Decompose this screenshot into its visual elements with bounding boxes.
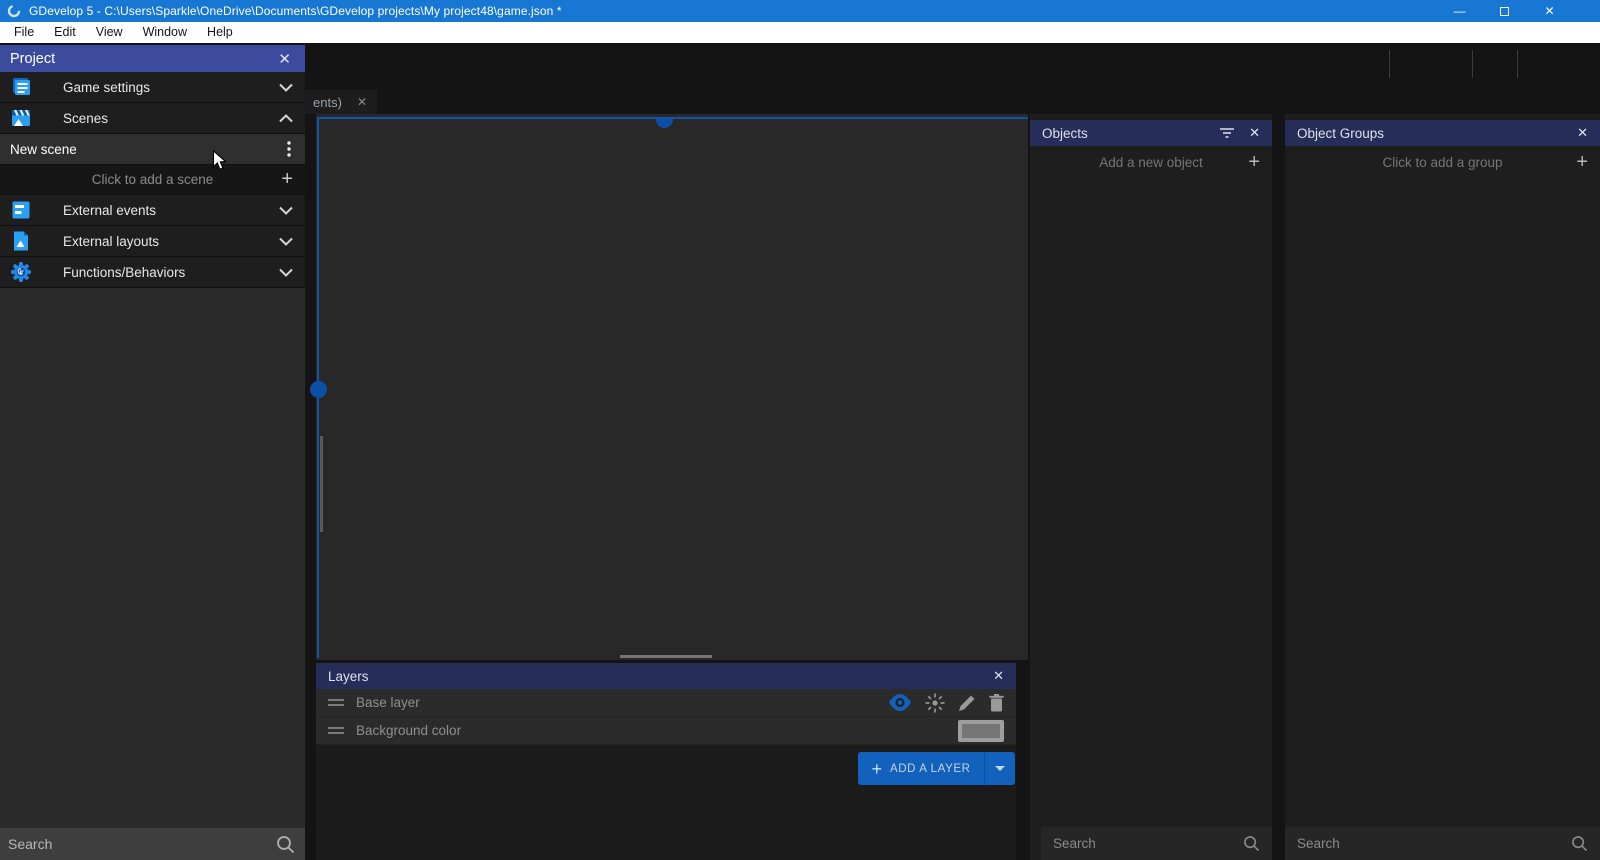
menu-view[interactable]: View xyxy=(86,22,133,43)
objects-search[interactable] xyxy=(1041,827,1272,860)
toolbar-separator xyxy=(1472,50,1473,78)
objects-close-icon[interactable]: ✕ xyxy=(1249,125,1260,141)
add-layer-button[interactable]: + ADD A LAYER xyxy=(858,752,1015,785)
title-bar: GDevelop 5 - C:\Users\Sparkle\OneDrive\D… xyxy=(0,0,1600,22)
effects-icon[interactable] xyxy=(925,693,945,713)
edit-pencil-icon[interactable] xyxy=(958,694,976,712)
add-object-label: Add a new object xyxy=(1099,155,1203,170)
chevron-up-icon xyxy=(279,114,293,123)
scene-name: New scene xyxy=(10,142,77,157)
functions-icon xyxy=(10,261,32,283)
project-search-input[interactable] xyxy=(0,836,276,852)
menu-bar: File Edit View Window Help xyxy=(0,22,1600,43)
window-title: GDevelop 5 - C:\Users\Sparkle\OneDrive\D… xyxy=(29,4,562,18)
maximize-icon xyxy=(1500,7,1509,16)
project-search[interactable] xyxy=(0,828,305,860)
objects-panel-header: Objects ✕ xyxy=(1030,120,1272,146)
layers-panel: Layers ✕ Base layer xyxy=(316,663,1016,860)
maximize-button[interactable] xyxy=(1482,0,1527,22)
object-groups-panel: Object Groups ✕ Click to add a group + xyxy=(1285,114,1600,860)
layers-panel-title: Layers xyxy=(328,669,369,684)
layer-name: Background color xyxy=(356,723,461,738)
swatch-inner xyxy=(962,724,1000,738)
add-layer-label: ADD A LAYER xyxy=(890,763,971,775)
tab-label: ents) xyxy=(313,95,342,110)
section-external-events[interactable]: External events xyxy=(0,195,305,226)
toolbar-separator xyxy=(1517,50,1518,78)
project-panel-header: Project ✕ xyxy=(0,45,305,72)
plus-icon: + xyxy=(281,168,293,191)
object-groups-panel-title: Object Groups xyxy=(1297,126,1384,141)
plus-icon: + xyxy=(1576,151,1588,174)
chevron-down-icon xyxy=(279,268,293,277)
layer-row-base[interactable]: Base layer xyxy=(316,689,1016,717)
menu-help[interactable]: Help xyxy=(197,22,243,43)
menu-file[interactable]: File xyxy=(4,22,44,43)
scene-item-new-scene[interactable]: New scene xyxy=(0,134,305,165)
objects-panel: Objects ✕ Add a new object + xyxy=(1030,114,1272,860)
add-object-row[interactable]: Add a new object + xyxy=(1030,146,1272,178)
object-groups-search-input[interactable] xyxy=(1285,836,1571,851)
section-label: Functions/Behaviors xyxy=(63,265,185,280)
chevron-down-icon xyxy=(279,237,293,246)
layers-panel-header: Layers ✕ xyxy=(316,663,1016,689)
add-scene-row[interactable]: Click to add a scene + xyxy=(0,165,305,195)
project-panel-title: Project xyxy=(10,51,55,67)
plus-icon: + xyxy=(871,760,882,778)
drag-handle-icon[interactable] xyxy=(328,726,344,736)
search-icon xyxy=(1243,835,1260,852)
project-close-icon[interactable]: ✕ xyxy=(278,50,291,68)
resize-handle-left[interactable] xyxy=(310,381,327,398)
scenes-icon xyxy=(10,107,32,129)
object-groups-panel-header: Object Groups ✕ xyxy=(1285,120,1600,146)
section-label: External events xyxy=(63,203,156,218)
tab-close-icon[interactable]: ✕ xyxy=(357,95,367,109)
add-scene-label: Click to add a scene xyxy=(92,172,214,187)
scene-editor-canvas[interactable] xyxy=(316,114,1028,660)
chevron-down-icon xyxy=(995,766,1005,771)
layer-row-background[interactable]: Background color xyxy=(316,717,1016,745)
vertical-scrollbar[interactable] xyxy=(320,436,323,532)
gdevelop-logo-icon xyxy=(7,4,21,18)
horizontal-scrollbar[interactable] xyxy=(620,655,712,658)
plus-icon: + xyxy=(1248,151,1260,174)
object-groups-close-icon[interactable]: ✕ xyxy=(1577,125,1588,141)
section-scenes[interactable]: Scenes xyxy=(0,103,305,134)
section-label: External layouts xyxy=(63,234,159,249)
external-events-icon xyxy=(10,199,32,221)
external-layouts-icon xyxy=(10,230,32,252)
objects-panel-title: Objects xyxy=(1042,126,1088,141)
object-groups-search[interactable] xyxy=(1285,827,1600,860)
background-color-swatch[interactable] xyxy=(958,720,1004,742)
drag-handle-icon[interactable] xyxy=(328,698,344,708)
menu-edit[interactable]: Edit xyxy=(44,22,86,43)
project-panel: Project ✕ Game settings Scenes New scene… xyxy=(0,45,305,860)
chevron-down-icon xyxy=(279,206,293,215)
minimize-button[interactable]: — xyxy=(1437,0,1482,22)
toolbar-separator xyxy=(1389,50,1390,78)
search-icon xyxy=(1571,835,1588,852)
filter-icon[interactable] xyxy=(1219,127,1235,139)
add-layer-dropdown[interactable] xyxy=(985,766,1015,771)
objects-search-input[interactable] xyxy=(1041,836,1243,851)
game-settings-icon xyxy=(10,76,32,98)
section-game-settings[interactable]: Game settings xyxy=(0,72,305,103)
add-group-label: Click to add a group xyxy=(1382,155,1502,170)
search-icon xyxy=(276,835,295,854)
add-group-row[interactable]: Click to add a group + xyxy=(1285,146,1600,178)
section-external-layouts[interactable]: External layouts xyxy=(0,226,305,257)
game-window-border-top xyxy=(318,117,1028,119)
section-functions-behaviors[interactable]: Functions/Behaviors xyxy=(0,257,305,288)
visibility-eye-icon[interactable] xyxy=(888,694,912,711)
layers-close-icon[interactable]: ✕ xyxy=(993,668,1004,684)
section-label: Game settings xyxy=(63,80,150,95)
kebab-menu-icon[interactable] xyxy=(287,141,291,157)
mouse-cursor xyxy=(212,150,227,172)
chevron-down-icon xyxy=(279,83,293,92)
menu-window[interactable]: Window xyxy=(133,22,197,43)
close-window-button[interactable]: ✕ xyxy=(1527,0,1572,22)
layer-name: Base layer xyxy=(356,695,420,710)
delete-trash-icon[interactable] xyxy=(989,694,1004,712)
section-label: Scenes xyxy=(63,111,108,126)
